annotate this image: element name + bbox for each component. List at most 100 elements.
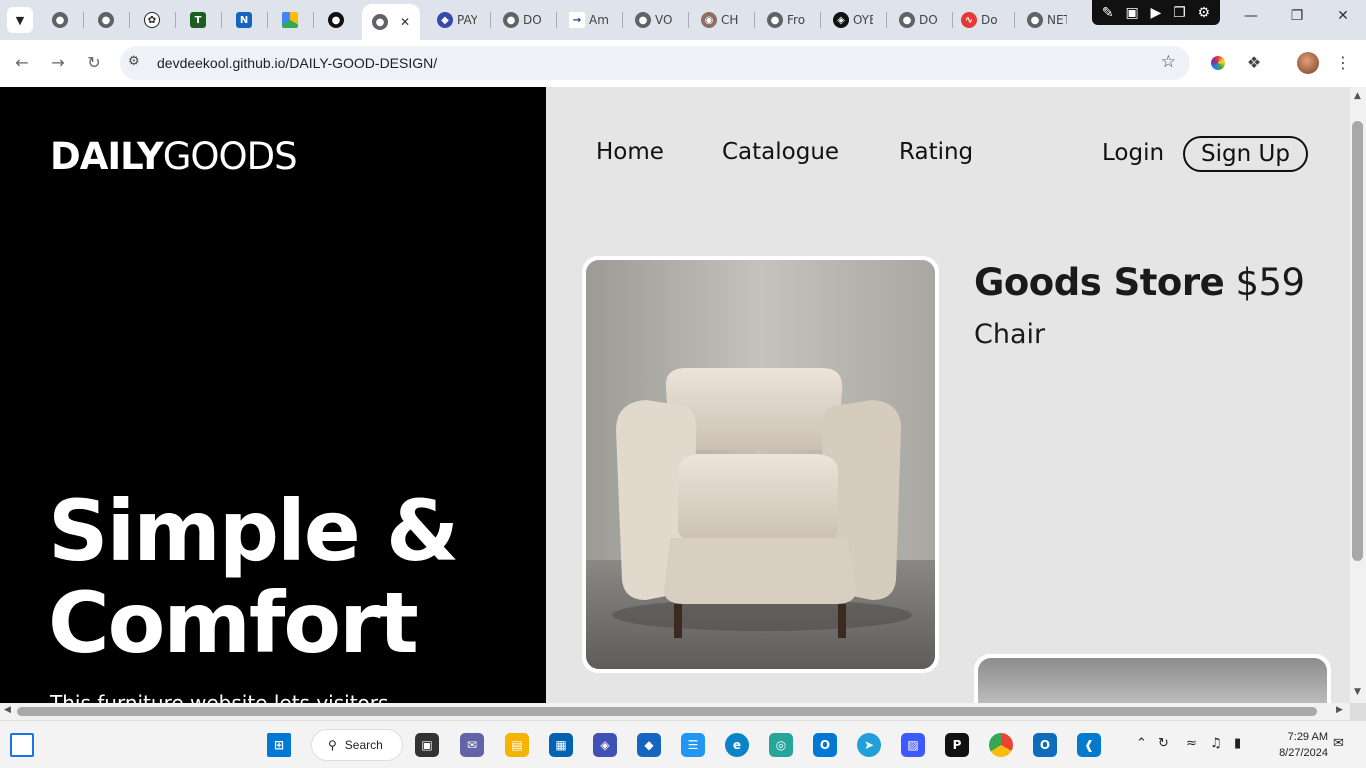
tab[interactable] bbox=[282, 8, 298, 32]
wifi-icon[interactable]: ≈ bbox=[1186, 736, 1197, 751]
scroll-right-icon[interactable]: ▶ bbox=[1336, 705, 1343, 715]
task-view-icon[interactable]: ▣ bbox=[415, 733, 439, 757]
tab[interactable]: N bbox=[236, 8, 252, 32]
tab[interactable]: ● DO bbox=[899, 8, 939, 32]
cube-icon: ◈ bbox=[833, 12, 849, 28]
tab-search-button[interactable]: ▼ bbox=[7, 7, 33, 33]
tab-active[interactable]: ● ✕ bbox=[362, 4, 421, 40]
color-picker-extension-icon[interactable] bbox=[1208, 53, 1228, 73]
windows-start-icon[interactable]: ⊞ bbox=[267, 733, 291, 757]
battery-icon[interactable]: ▮ bbox=[1234, 736, 1241, 751]
taskbar-search[interactable]: ⚲ Search bbox=[311, 729, 403, 761]
reload-button[interactable]: ↻ bbox=[82, 51, 106, 75]
extensions-puzzle-icon[interactable]: ❖ bbox=[1244, 53, 1264, 73]
edge-icon[interactable]: e bbox=[725, 733, 749, 757]
logo-light-text: GOODS bbox=[162, 135, 298, 178]
hero-heading-line1: Simple & bbox=[48, 482, 459, 580]
video-icon[interactable]: ▶ bbox=[1151, 5, 1162, 21]
minimize-button[interactable]: — bbox=[1228, 8, 1274, 32]
notion-icon: N bbox=[236, 12, 252, 28]
site-info-icon[interactable]: ⚙ bbox=[128, 54, 140, 69]
tab[interactable]: ◉ CH bbox=[701, 8, 741, 32]
clock-time: 7:29 AM bbox=[1287, 731, 1328, 743]
login-link[interactable]: Login bbox=[1102, 140, 1164, 166]
pin-icon[interactable]: ✎ bbox=[1102, 5, 1114, 21]
tab[interactable]: ● Fro bbox=[767, 8, 807, 32]
chrome-icon[interactable] bbox=[989, 733, 1013, 757]
signup-button[interactable]: Sign Up bbox=[1183, 136, 1308, 172]
forward-button[interactable]: → bbox=[46, 51, 70, 75]
vertical-scrollbar[interactable]: ▲ ▼ bbox=[1350, 87, 1366, 703]
tab[interactable]: ● NET bbox=[1027, 8, 1067, 32]
horizontal-scrollbar[interactable]: ◀ ▶ bbox=[0, 703, 1350, 720]
tab[interactable]: ● DO bbox=[503, 8, 543, 32]
product-price: $59 bbox=[1235, 261, 1305, 304]
amadeus-icon: → bbox=[569, 12, 585, 28]
scroll-left-icon[interactable]: ◀ bbox=[4, 705, 11, 715]
globe-icon: ● bbox=[767, 12, 783, 28]
tray-chevron-up-icon[interactable]: ⌃ bbox=[1136, 736, 1147, 751]
logo-bold-text: DAILY bbox=[50, 135, 164, 178]
restore-button[interactable]: ❐ bbox=[1274, 8, 1320, 32]
nav-rating-link[interactable]: Rating bbox=[899, 139, 973, 165]
tab-separator bbox=[313, 12, 314, 28]
tab-separator bbox=[952, 12, 953, 28]
camera-icon[interactable]: ▣ bbox=[1125, 5, 1138, 21]
tab[interactable]: ● bbox=[52, 8, 68, 32]
window-icon[interactable]: ❐ bbox=[1173, 5, 1186, 21]
tab[interactable]: ◈ OYE bbox=[833, 8, 873, 32]
eye-icon: ◉ bbox=[701, 12, 717, 28]
site-logo[interactable]: DAILYGOODS bbox=[50, 135, 298, 178]
outlook-icon[interactable]: O bbox=[813, 733, 837, 757]
tab[interactable]: ● bbox=[328, 8, 344, 32]
scroll-down-icon[interactable]: ▼ bbox=[1354, 687, 1361, 697]
telegram-icon[interactable]: ➤ bbox=[857, 733, 881, 757]
horizontal-scroll-thumb[interactable] bbox=[17, 707, 1317, 716]
browser-toolbar: ← → ↻ ⚙ devdeekool.github.io/DAILY-GOOD-… bbox=[0, 40, 1366, 86]
product-card-secondary[interactable] bbox=[974, 654, 1331, 703]
kebab-menu-icon[interactable]: ⋮ bbox=[1333, 53, 1353, 73]
teams-chat-icon[interactable]: ✉ bbox=[460, 733, 484, 757]
hero-panel: DAILYGOODS Simple & Comfort This furnitu… bbox=[0, 87, 546, 703]
sync-icon[interactable]: ↻ bbox=[1158, 736, 1169, 751]
close-window-button[interactable]: ✕ bbox=[1320, 8, 1366, 32]
back-button[interactable]: ← bbox=[10, 51, 34, 75]
nav-catalogue-link[interactable]: Catalogue bbox=[722, 139, 839, 165]
file-explorer-icon[interactable]: ▤ bbox=[505, 733, 529, 757]
store-icon[interactable]: ▦ bbox=[549, 733, 573, 757]
tab[interactable]: ◆ PAY bbox=[437, 8, 477, 32]
tab-separator bbox=[886, 12, 887, 28]
close-tab-icon[interactable]: ✕ bbox=[400, 15, 410, 29]
notification-icon[interactable]: ✉ bbox=[1333, 736, 1344, 751]
product-card[interactable] bbox=[582, 256, 939, 673]
tab[interactable]: ∿ Do bbox=[961, 8, 1001, 32]
terminal-icon[interactable]: P bbox=[945, 733, 969, 757]
profile-avatar[interactable] bbox=[1297, 52, 1319, 74]
url-text[interactable]: devdeekool.github.io/DAILY-GOOD-DESIGN/ bbox=[157, 55, 437, 71]
vertical-scroll-thumb[interactable] bbox=[1352, 121, 1363, 561]
volume-icon[interactable]: ♫ bbox=[1210, 736, 1222, 751]
nav-home-link[interactable]: Home bbox=[596, 139, 664, 165]
gear-icon[interactable]: ⚙ bbox=[1197, 5, 1210, 21]
tab-separator bbox=[688, 12, 689, 28]
doordash-icon: ∿ bbox=[961, 12, 977, 28]
clock-date: 8/27/2024 bbox=[1279, 747, 1328, 759]
app-icon[interactable]: ◈ bbox=[593, 733, 617, 757]
widgets-icon[interactable] bbox=[10, 733, 34, 757]
tab[interactable]: ✿ bbox=[144, 8, 160, 32]
maps-icon[interactable]: ◎ bbox=[769, 733, 793, 757]
bookmark-star-icon[interactable]: ☆ bbox=[1161, 52, 1176, 72]
tab[interactable]: → Am bbox=[569, 8, 609, 32]
tab-label: OYE bbox=[853, 13, 873, 27]
tab[interactable]: ● VO bbox=[635, 8, 675, 32]
outlook-new-icon[interactable]: O bbox=[1033, 733, 1057, 757]
address-bar[interactable]: ⚙ devdeekool.github.io/DAILY-GOOD-DESIGN… bbox=[120, 46, 1190, 80]
scroll-up-icon[interactable]: ▲ bbox=[1354, 91, 1361, 101]
vscode-icon[interactable]: ❰ bbox=[1077, 733, 1101, 757]
app-bag-icon[interactable]: ▨ bbox=[901, 733, 925, 757]
tab[interactable]: T bbox=[190, 8, 206, 32]
taskbar-clock[interactable]: 7:29 AM 8/27/2024 bbox=[1264, 729, 1328, 761]
tab[interactable]: ● bbox=[98, 8, 114, 32]
notepad-icon[interactable]: ☰ bbox=[681, 733, 705, 757]
defender-shield-icon[interactable]: ◆ bbox=[637, 733, 661, 757]
